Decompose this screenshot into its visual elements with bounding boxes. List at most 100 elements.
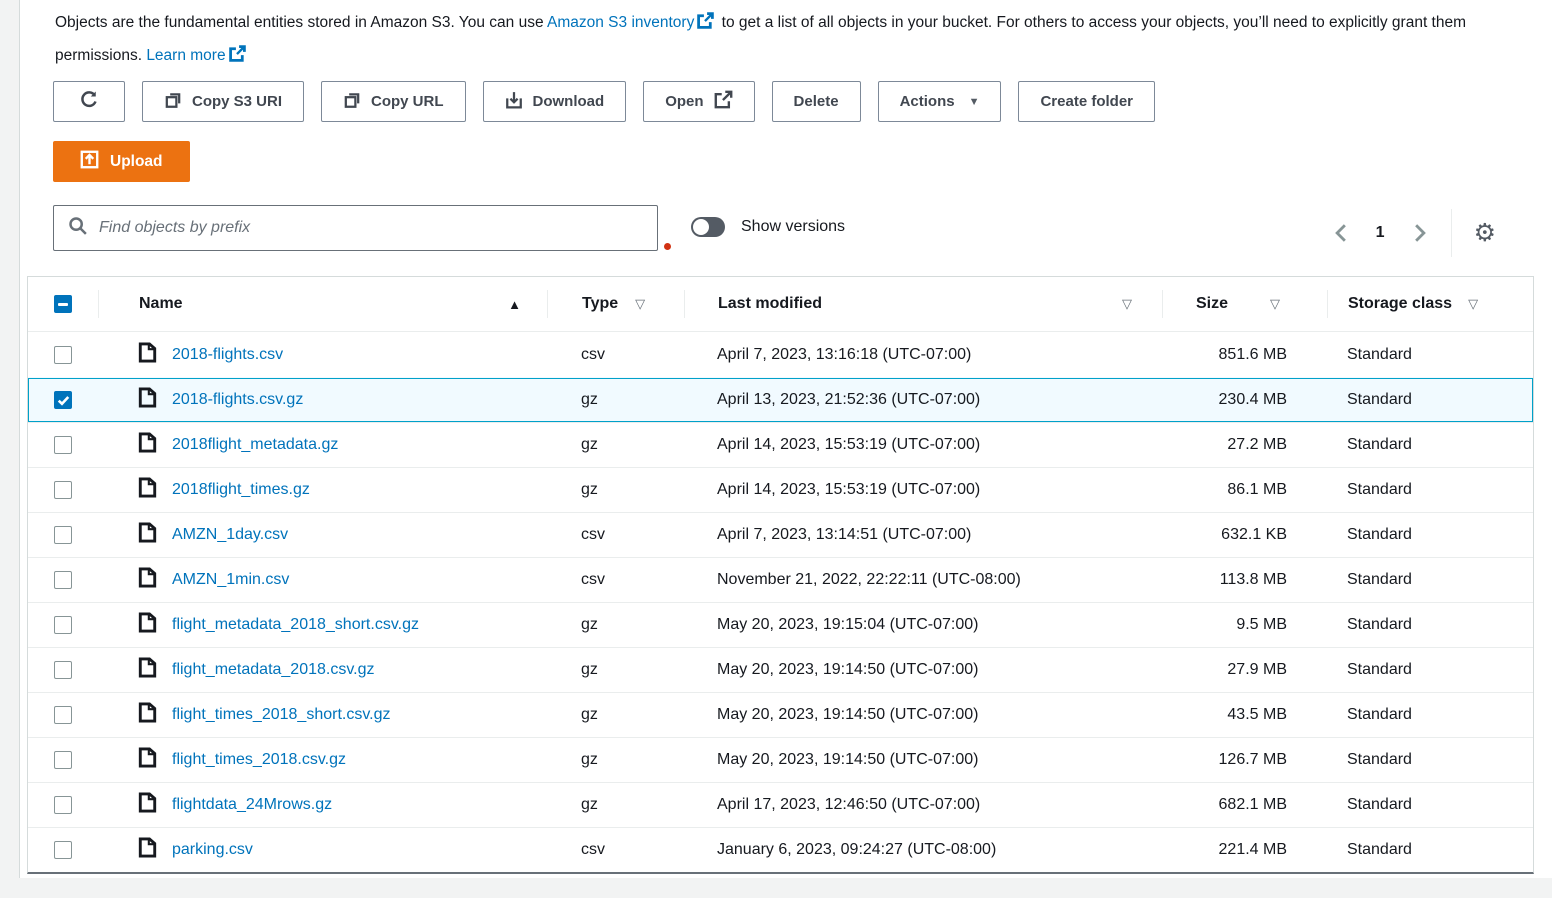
open-label: Open: [665, 93, 703, 110]
file-icon: [138, 567, 157, 593]
file-icon: [138, 477, 157, 503]
object-last-modified: April 13, 2023, 21:52:36 (UTC-07:00): [684, 391, 1162, 409]
row-checkbox[interactable]: [54, 796, 72, 814]
file-icon: [138, 702, 157, 728]
object-type: gz: [547, 661, 684, 679]
table-header-row: Name ▲ Type ▽ Last modified ▽ Size ▽ Sto…: [28, 277, 1533, 332]
object-size: 27.2 MB: [1162, 436, 1327, 454]
object-name-link[interactable]: 2018-flights.csv: [172, 346, 283, 364]
table-row: flight_metadata_2018.csv.gz gz May 20, 2…: [28, 647, 1533, 692]
sort-icon: ▽: [635, 296, 645, 312]
row-checkbox[interactable]: [54, 526, 72, 544]
column-header-last-modified[interactable]: Last modified ▽: [684, 290, 1162, 318]
row-checkbox[interactable]: [54, 436, 72, 454]
row-checkbox[interactable]: [54, 571, 72, 589]
previous-page-button[interactable]: [1324, 218, 1358, 248]
amazon-s3-inventory-link[interactable]: Amazon S3 inventory: [547, 14, 694, 31]
object-storage-class: Standard: [1327, 346, 1533, 364]
row-checkbox[interactable]: [54, 616, 72, 634]
external-link-icon: [714, 90, 733, 113]
toggle-knob: [693, 219, 709, 235]
object-name-link[interactable]: flight_times_2018.csv.gz: [172, 751, 346, 769]
search-box[interactable]: [53, 205, 658, 251]
copy-s3-uri-label: Copy S3 URI: [192, 93, 282, 110]
actions-label: Actions: [900, 93, 955, 110]
find-objects-input[interactable]: [99, 219, 643, 237]
actions-button[interactable]: Actions ▼: [878, 81, 1002, 122]
table-row: AMZN_1day.csv csv April 7, 2023, 13:14:5…: [28, 512, 1533, 557]
row-checkbox[interactable]: [54, 841, 72, 859]
object-size: 230.4 MB: [1162, 391, 1327, 409]
delete-label: Delete: [794, 93, 839, 110]
storage-class-header-label: Storage class: [1348, 295, 1452, 313]
object-size: 632.1 KB: [1162, 526, 1327, 544]
column-header-type[interactable]: Type ▽: [547, 290, 684, 318]
size-header-label: Size: [1196, 295, 1228, 313]
next-page-button[interactable]: [1403, 218, 1437, 248]
object-size: 851.6 MB: [1162, 346, 1327, 364]
row-checkbox[interactable]: [54, 391, 72, 409]
object-name-link[interactable]: parking.csv: [172, 841, 253, 859]
row-checkbox[interactable]: [54, 481, 72, 499]
object-storage-class: Standard: [1327, 751, 1533, 769]
object-type: gz: [547, 616, 684, 634]
copy-url-label: Copy URL: [371, 93, 444, 110]
object-storage-class: Standard: [1327, 436, 1533, 454]
upload-button[interactable]: Upload: [53, 141, 190, 182]
object-name-link[interactable]: AMZN_1min.csv: [172, 571, 289, 589]
object-storage-class: Standard: [1327, 391, 1533, 409]
object-name-link[interactable]: flight_metadata_2018.csv.gz: [172, 661, 375, 679]
column-header-size[interactable]: Size ▽: [1162, 290, 1327, 318]
object-name-link[interactable]: flight_times_2018_short.csv.gz: [172, 706, 390, 724]
file-icon: [138, 522, 157, 548]
object-size: 27.9 MB: [1162, 661, 1327, 679]
learn-more-link[interactable]: Learn more: [146, 47, 225, 64]
object-size: 682.1 MB: [1162, 796, 1327, 814]
select-all-checkbox[interactable]: [54, 295, 72, 313]
delete-button[interactable]: Delete: [772, 81, 861, 122]
object-name-link[interactable]: 2018flight_times.gz: [172, 481, 310, 499]
object-type: gz: [547, 796, 684, 814]
upload-icon: [80, 150, 99, 174]
type-header-label: Type: [582, 295, 618, 313]
file-icon: [138, 342, 157, 368]
show-versions-toggle[interactable]: [691, 217, 725, 237]
download-icon: [505, 91, 523, 113]
create-folder-button[interactable]: Create folder: [1018, 81, 1155, 122]
objects-toolbar: Copy S3 URI Copy URL Download Open Delet…: [53, 81, 1155, 122]
create-folder-label: Create folder: [1040, 93, 1133, 110]
object-name-link[interactable]: 2018-flights.csv.gz: [172, 391, 303, 409]
table-row: flight_times_2018_short.csv.gz gz May 20…: [28, 692, 1533, 737]
open-button[interactable]: Open: [643, 81, 754, 122]
row-checkbox[interactable]: [54, 661, 72, 679]
copy-s3-uri-button[interactable]: Copy S3 URI: [142, 81, 304, 122]
object-last-modified: January 6, 2023, 09:24:27 (UTC-08:00): [684, 841, 1162, 859]
object-name-link[interactable]: flightdata_24Mrows.gz: [172, 796, 332, 814]
refresh-button[interactable]: [53, 81, 125, 122]
row-checkbox[interactable]: [54, 346, 72, 364]
object-last-modified: April 7, 2023, 13:14:51 (UTC-07:00): [684, 526, 1162, 544]
table-row: flightdata_24Mrows.gz gz April 17, 2023,…: [28, 782, 1533, 827]
object-name-link[interactable]: 2018flight_metadata.gz: [172, 436, 338, 454]
preferences-gear-icon[interactable]: ⚙: [1468, 217, 1502, 250]
row-checkbox[interactable]: [54, 706, 72, 724]
download-button[interactable]: Download: [483, 81, 627, 122]
sort-ascending-icon: ▲: [508, 297, 521, 312]
click-marker-dot: [664, 243, 671, 250]
column-header-storage-class[interactable]: Storage class ▽: [1327, 290, 1533, 318]
objects-panel: Objects are the fundamental entities sto…: [19, 0, 1552, 878]
description-text-start: Objects are the fundamental entities sto…: [55, 14, 547, 31]
column-header-name[interactable]: Name ▲: [98, 290, 547, 318]
objects-description: Objects are the fundamental entities sto…: [55, 7, 1543, 73]
object-name-link[interactable]: AMZN_1day.csv: [172, 526, 288, 544]
select-all-cell: [28, 295, 98, 313]
copy-url-button[interactable]: Copy URL: [321, 81, 466, 122]
row-checkbox[interactable]: [54, 751, 72, 769]
object-storage-class: Standard: [1327, 526, 1533, 544]
object-last-modified: April 14, 2023, 15:53:19 (UTC-07:00): [684, 436, 1162, 454]
object-type: gz: [547, 436, 684, 454]
object-name-link[interactable]: flight_metadata_2018_short.csv.gz: [172, 616, 419, 634]
object-storage-class: Standard: [1327, 706, 1533, 724]
table-row: parking.csv csv January 6, 2023, 09:24:2…: [28, 827, 1533, 872]
sort-icon: ▽: [1468, 296, 1478, 312]
